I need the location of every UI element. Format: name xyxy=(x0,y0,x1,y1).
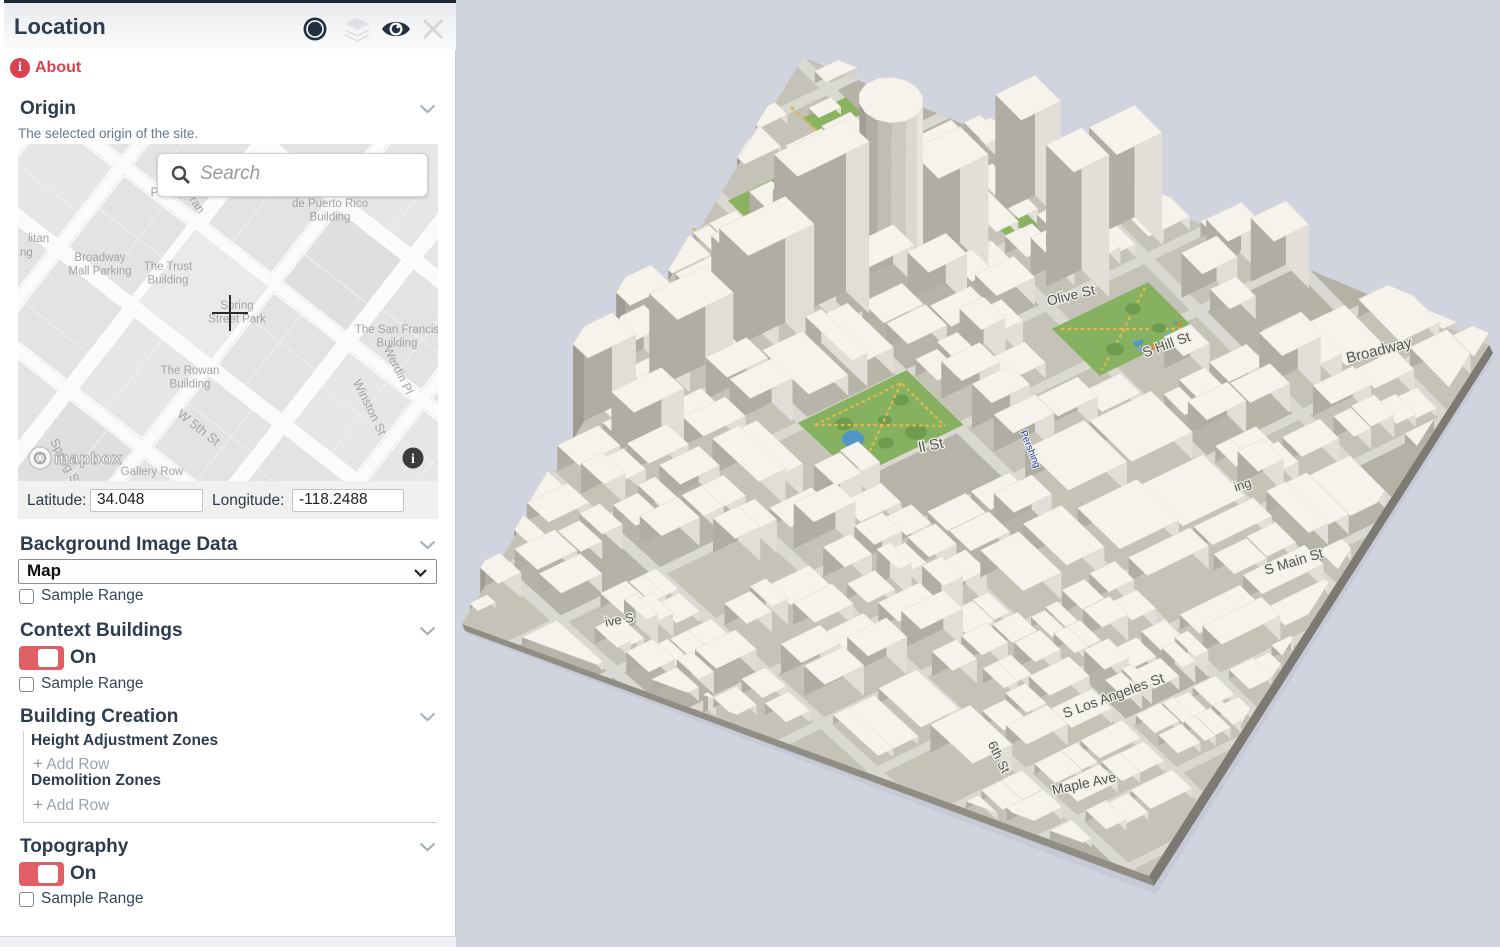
svg-text:mapbox: mapbox xyxy=(54,449,122,468)
svg-text:Gallery Row: Gallery Row xyxy=(121,466,184,478)
svg-text:litan: litan xyxy=(28,233,49,245)
svg-text:i: i xyxy=(411,452,415,467)
svg-text:BroadwayMall Parking: BroadwayMall Parking xyxy=(68,252,131,278)
svg-text:The TrustBuilding: The TrustBuilding xyxy=(144,261,193,287)
svg-text:ng: ng xyxy=(20,247,33,259)
